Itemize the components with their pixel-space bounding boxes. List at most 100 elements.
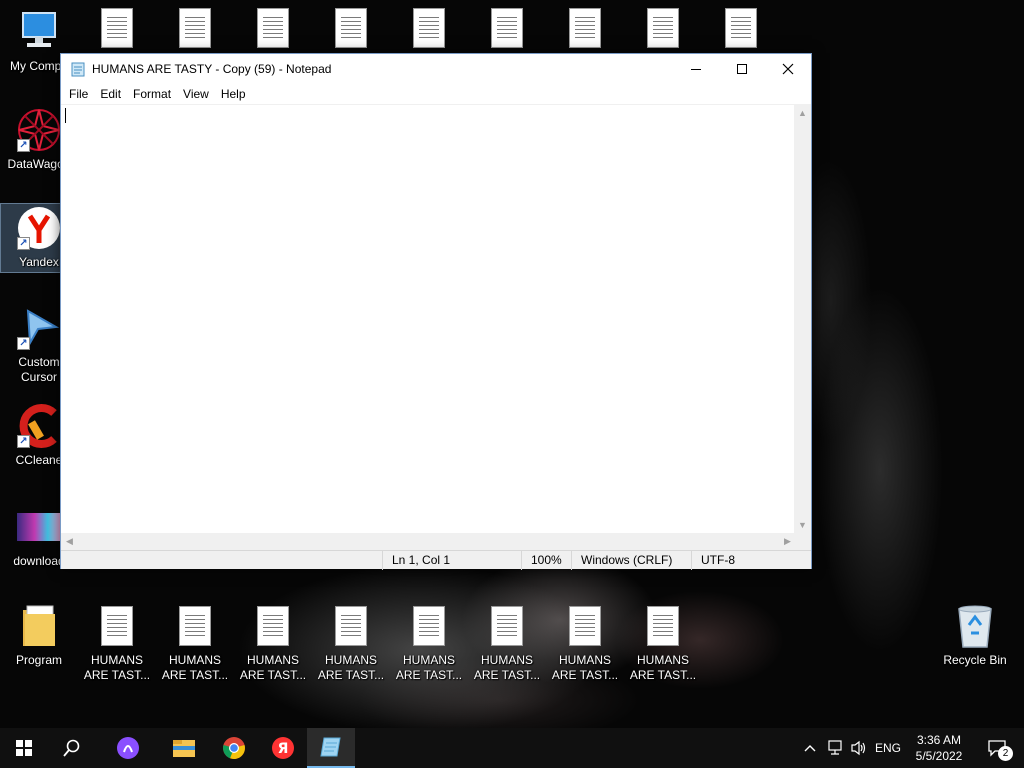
shortcut-arrow-icon: ↗ [17, 237, 30, 250]
text-file-icon [249, 8, 297, 48]
menu-edit[interactable]: Edit [94, 84, 127, 104]
close-icon [782, 63, 794, 75]
desktop-icon-recycle-bin[interactable]: Recycle Bin [937, 602, 1013, 690]
text-file-icon [171, 602, 219, 650]
yandex-browser-icon: Я [272, 737, 294, 759]
notification-count-badge: 2 [998, 746, 1013, 761]
desktop-icon-text-file[interactable]: HUMANS ARE TAST... [469, 602, 545, 690]
status-line-ending: Windows (CRLF) [571, 551, 691, 570]
taskbar-file-explorer[interactable] [160, 728, 208, 768]
window-title: HUMANS ARE TASTY - Copy (59) - Notepad [92, 62, 332, 76]
text-file-icon [249, 602, 297, 650]
text-file-icon [717, 8, 765, 48]
taskbar-alice[interactable] [104, 728, 152, 768]
language-indicator[interactable]: ENG [872, 728, 904, 768]
title-bar[interactable]: HUMANS ARE TASTY - Copy (59) - Notepad [61, 54, 811, 84]
text-file-icon [93, 602, 141, 650]
notepad-icon [70, 61, 86, 77]
desktop-icon-program[interactable]: Program [1, 602, 77, 690]
status-bar: Ln 1, Col 1 100% Windows (CRLF) UTF-8 [61, 550, 811, 570]
status-encoding: UTF-8 [691, 551, 811, 570]
text-file-icon [171, 8, 219, 48]
menu-file[interactable]: File [63, 84, 94, 104]
folder-icon [15, 602, 63, 650]
desktop-icon-text-file[interactable]: HUMANS ARE TAST... [79, 602, 155, 690]
text-file-icon [405, 602, 453, 650]
menu-help[interactable]: Help [215, 84, 252, 104]
minimize-icon [691, 68, 701, 70]
start-button[interactable] [0, 728, 48, 768]
desktop-icon-text-file[interactable]: HUMANS ARE TAST... [235, 602, 311, 690]
vertical-scrollbar[interactable]: ▲ ▼ [794, 104, 811, 533]
network-icon [828, 740, 842, 755]
desktop-icon-label: HUMANS ARE TAST... [161, 653, 229, 682]
taskbar-chrome[interactable] [210, 728, 258, 768]
network-button[interactable] [824, 728, 846, 768]
scroll-left-icon[interactable]: ◀ [61, 533, 78, 550]
text-file-icon [327, 8, 375, 48]
text-file-icon [93, 8, 141, 48]
status-position: Ln 1, Col 1 [382, 551, 521, 570]
clock[interactable]: 3:36 AM 5/5/2022 [908, 728, 970, 768]
computer-icon [15, 8, 63, 56]
volume-button[interactable] [848, 728, 870, 768]
desktop-icon-text-file[interactable]: HUMANS ARE TAST... [313, 602, 389, 690]
clock-time: 3:36 AM [916, 733, 962, 747]
desktop-icon-label: HUMANS ARE TAST... [83, 653, 151, 682]
tray-overflow-button[interactable] [800, 728, 820, 768]
desktop-icon-label: HUMANS ARE TAST... [395, 653, 463, 682]
search-button[interactable] [48, 728, 96, 768]
desktop-icon-label: Recycle Bin [943, 653, 1007, 667]
desktop-icon-label: HUMANS ARE TAST... [473, 653, 541, 682]
chrome-icon [223, 737, 245, 760]
desktop-icon-label: HUMANS ARE TAST... [551, 653, 619, 682]
shortcut-arrow-icon: ↗ [17, 337, 30, 350]
status-zoom: 100% [521, 551, 571, 570]
desktop-icon-label: HUMANS ARE TAST... [317, 653, 385, 682]
taskbar-notepad[interactable] [307, 728, 355, 768]
text-file-icon [639, 602, 687, 650]
scrollbar-corner [794, 533, 811, 550]
maximize-button[interactable] [719, 54, 765, 84]
datawagon-icon: ↗ [15, 106, 63, 154]
horizontal-scrollbar[interactable]: ◀ ▶ [61, 533, 796, 550]
text-editor[interactable] [61, 104, 796, 533]
text-file-icon [639, 8, 687, 48]
scroll-down-icon[interactable]: ▼ [794, 516, 811, 533]
taskbar-yandex-browser[interactable]: Я [259, 728, 307, 768]
menu-view[interactable]: View [177, 84, 215, 104]
svg-text:Я: Я [278, 741, 289, 757]
file-explorer-icon [173, 740, 195, 757]
text-file-icon [483, 602, 531, 650]
start-icon [16, 740, 32, 756]
text-file-icon [405, 8, 453, 48]
minimize-button[interactable] [673, 54, 719, 84]
notepad-icon [320, 737, 341, 757]
shortcut-arrow-icon: ↗ [17, 139, 30, 152]
desktop-icon-label: Program [15, 653, 62, 667]
menu-format[interactable]: Format [127, 84, 177, 104]
notepad-window[interactable]: HUMANS ARE TASTY - Copy (59) - Notepad F… [60, 53, 812, 570]
close-button[interactable] [765, 54, 811, 84]
volume-icon [851, 740, 866, 756]
text-file-icon [561, 602, 609, 650]
alice-icon [117, 737, 139, 759]
menu-bar: File Edit Format View Help [61, 84, 811, 104]
image-file-icon [15, 503, 63, 551]
text-file-icon [483, 8, 531, 48]
scroll-up-icon[interactable]: ▲ [794, 104, 811, 121]
desktop-icon-text-file[interactable]: HUMANS ARE TAST... [157, 602, 233, 690]
desktop-icon-text-file[interactable]: HUMANS ARE TAST... [625, 602, 701, 690]
maximize-icon [737, 64, 747, 74]
search-icon [63, 739, 80, 757]
recycle-bin-icon [951, 602, 999, 650]
desktop-icon-label: HUMANS ARE TAST... [629, 653, 697, 682]
notification-center-button[interactable]: 2 [980, 728, 1014, 768]
text-file-icon [327, 602, 375, 650]
desktop-icon-text-file[interactable]: HUMANS ARE TAST... [547, 602, 623, 690]
chevron-up-icon [804, 745, 816, 752]
custom-cursor-icon: ↗ [15, 304, 63, 352]
desktop-icon-text-file[interactable]: HUMANS ARE TAST... [391, 602, 467, 690]
clock-date: 5/5/2022 [915, 749, 963, 763]
taskbar: Я ENG 3:36 AM 5/5/2022 2 [0, 728, 1024, 768]
